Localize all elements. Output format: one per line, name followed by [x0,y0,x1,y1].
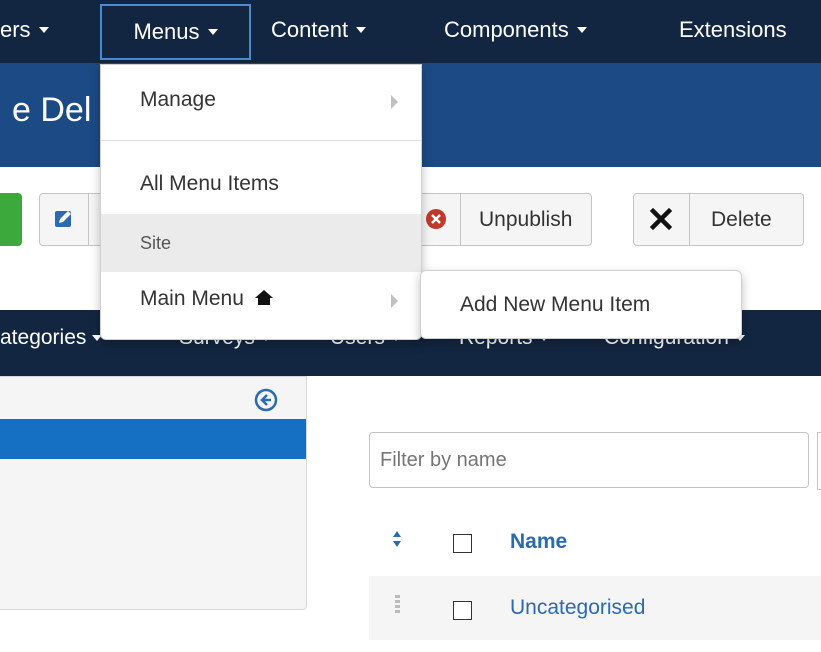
delete-button[interactable]: Delete [633,193,804,246]
dropdown-header-site: Site [101,214,421,272]
top-navbar: ers Menus Content Components Extensions [0,0,821,63]
table-header-row: Name [369,520,821,566]
submenu-item-add-new-menu-item[interactable]: Add New Menu Item [460,293,650,317]
sidebar-item-active[interactable] [0,419,306,459]
edit-icon [40,194,89,245]
delete-x-icon [634,194,690,245]
top-menu-extensions[interactable]: Extensions [679,0,787,63]
chevron-right-icon [391,95,398,109]
delete-label: Delete [711,208,772,231]
dropdown-item-manage[interactable]: Manage [101,65,421,140]
row-name-link[interactable]: Uncategorised [510,596,645,620]
menus-dropdown: Manage All Menu Items Site Main Menu [100,64,422,340]
home-icon [254,288,274,312]
subnav-categories[interactable]: ategories [0,326,103,350]
edit-button[interactable] [39,193,109,246]
top-menu-users[interactable]: ers [0,0,49,63]
caret-down-icon [38,27,49,34]
row-checkbox[interactable] [453,601,472,620]
top-menu-content[interactable]: Content [271,0,367,63]
drag-handle-icon[interactable] [395,595,400,620]
unpublish-button[interactable]: Unpublish [411,193,592,246]
chevron-right-icon [391,294,398,308]
select-all-checkbox[interactable] [453,534,472,553]
collapse-left-icon[interactable] [254,388,278,417]
dropdown-item-main-menu[interactable]: Main Menu [101,272,421,322]
filter-options-button[interactable] [817,432,821,490]
column-header-name[interactable]: Name [510,530,567,554]
save-button[interactable] [0,193,22,246]
filter-input[interactable] [369,432,809,488]
table-row: Uncategorised [369,576,821,640]
caret-down-icon [207,29,218,36]
caret-down-icon [356,27,367,34]
top-menu-components[interactable]: Components [444,0,587,63]
dropdown-item-all-menu-items[interactable]: All Menu Items [101,162,421,207]
dropdown-divider [101,140,421,141]
caret-down-icon [576,27,587,34]
top-menu-menus[interactable]: Menus [100,4,251,60]
page-title: e Del [12,91,92,129]
unpublish-label: Unpublish [479,208,573,231]
sort-icon[interactable] [392,530,402,553]
main-menu-submenu: Add New Menu Item [420,270,742,339]
